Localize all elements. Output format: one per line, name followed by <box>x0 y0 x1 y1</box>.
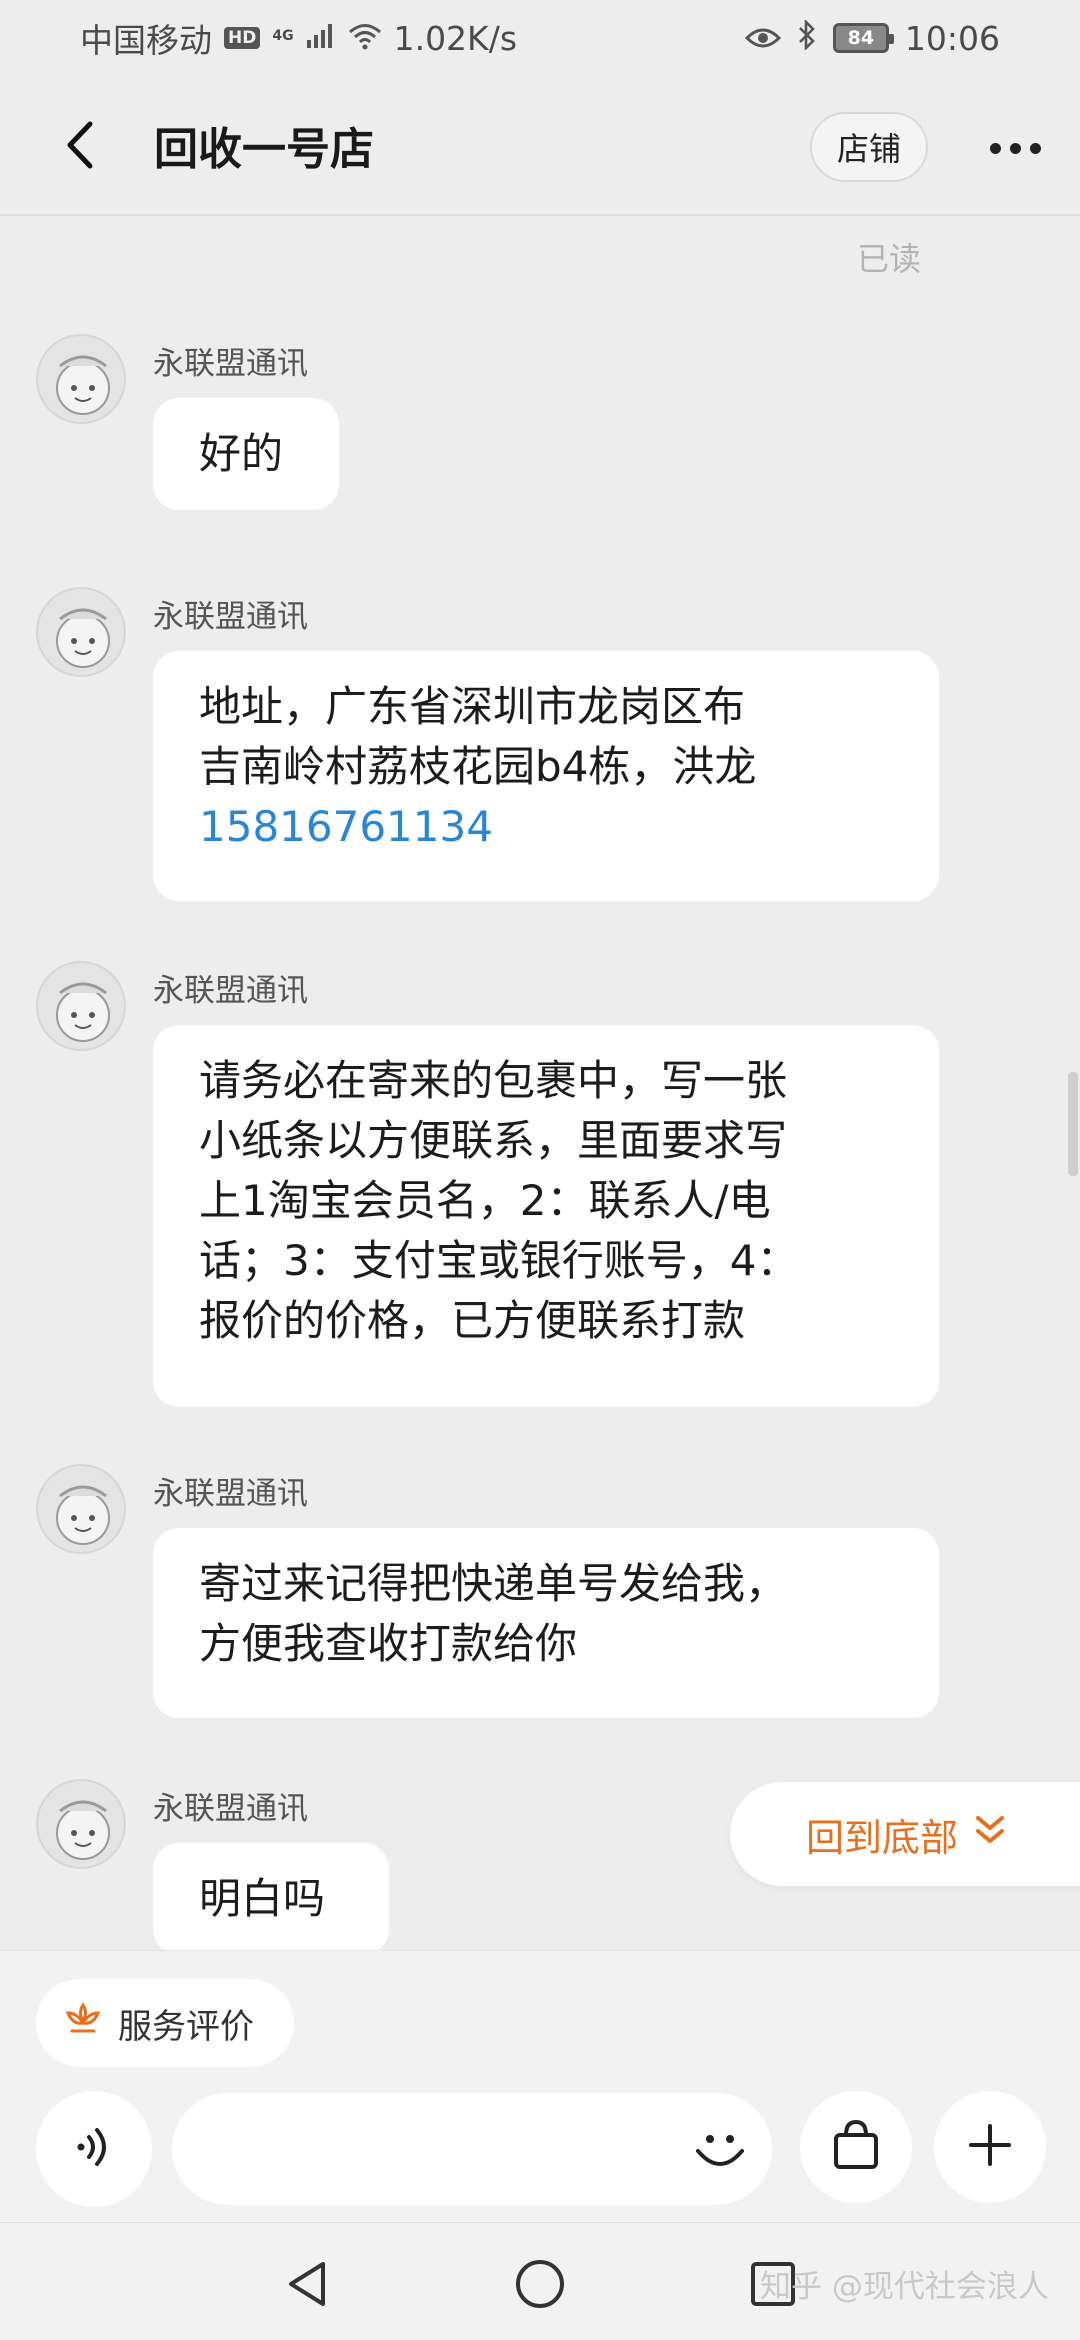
message-text: 地址，广东省深圳市龙岗区布 <box>199 682 746 731</box>
product-button[interactable] <box>800 2091 912 2203</box>
network-speed: 1.02K/s <box>393 18 518 58</box>
more-actions-button[interactable] <box>934 2091 1046 2203</box>
sender-name: 永联盟通讯 <box>153 346 308 382</box>
bluetooth-icon <box>797 18 817 58</box>
message-text: 话；3：支付宝或银行账号，4： <box>199 1236 799 1285</box>
composer-area: 服务评价 <box>0 1950 1080 2222</box>
clock: 10:06 <box>904 18 1000 58</box>
nav-home-icon[interactable] <box>505 2249 575 2319</box>
status-right: 84 10:06 <box>744 18 1000 58</box>
flower-icon <box>62 1999 104 2048</box>
avatar[interactable] <box>36 334 126 424</box>
watermark: 知乎 @现代社会浪人 <box>760 2269 1049 2305</box>
battery-indicator: 84 <box>832 23 894 53</box>
avatar[interactable] <box>36 1779 126 1869</box>
more-dot <box>1009 142 1021 154</box>
message-text: 上1淘宝会员名，2：联系人/电 <box>199 1176 771 1225</box>
wifi-icon <box>348 19 382 58</box>
eye-icon <box>744 19 782 58</box>
voice-button[interactable] <box>36 2091 152 2207</box>
message-bubble[interactable]: 明白吗 <box>153 1843 389 1950</box>
message-bubble[interactable]: 寄过来记得把快递单号发给我， 方便我查收打款给你 <box>153 1528 939 1718</box>
system-nav-bar: 知乎 @现代社会浪人 <box>0 2222 1080 2340</box>
plus-icon <box>965 2120 1015 2174</box>
emoji-button[interactable] <box>670 2101 770 2201</box>
carrier-label: 中国移动 <box>80 21 212 60</box>
emoji-icon <box>688 2117 752 2185</box>
more-dot <box>989 142 1001 154</box>
message-text: 小纸条以方便联系，里面要求写 <box>199 1116 788 1165</box>
more-dot <box>1029 142 1041 154</box>
more-icon[interactable] <box>970 116 1060 180</box>
page-title: 回收一号店 <box>154 124 374 175</box>
voice-icon <box>69 2122 119 2176</box>
signal-icon <box>306 19 336 58</box>
sender-name: 永联盟通讯 <box>153 1476 308 1512</box>
shop-button[interactable]: 店铺 <box>810 112 928 182</box>
message-text: 请务必在寄来的包裹中，写一张 <box>199 1056 788 1105</box>
avatar[interactable] <box>36 1464 126 1554</box>
bag-icon <box>828 2117 884 2177</box>
message-text: 寄过来记得把快递单号发给我， <box>199 1559 788 1608</box>
avatar[interactable] <box>36 587 126 677</box>
read-status: 已读 <box>857 240 922 278</box>
service-review-button[interactable]: 服务评价 <box>36 1979 294 2067</box>
message-bubble[interactable]: 请务必在寄来的包裹中，写一张 小纸条以方便联系，里面要求写 上1淘宝会员名，2：… <box>153 1025 939 1407</box>
network-type: 4G <box>272 28 294 44</box>
nav-back-icon[interactable] <box>272 2249 342 2319</box>
status-left: 中国移动 HD 4G 1.02K/s <box>80 14 517 62</box>
back-to-bottom-button[interactable]: 回到底部 <box>730 1782 1080 1886</box>
chat-header: 回收一号店 店铺 <box>0 76 1080 216</box>
message-bubble[interactable]: 地址，广东省深圳市龙岗区布 吉南岭村荔枝花园b4栋，洪龙 15816761134 <box>153 651 939 901</box>
message-text: 吉南岭村荔枝花园b4栋，洪龙 <box>199 742 757 791</box>
message-text: 明白吗 <box>199 1874 326 1923</box>
sender-name: 永联盟通讯 <box>153 973 308 1009</box>
message-text: 好的 <box>199 429 284 478</box>
hd-badge: HD <box>224 27 261 49</box>
service-review-label: 服务评价 <box>118 2006 254 2047</box>
message-bubble[interactable]: 好的 <box>153 398 339 510</box>
sender-name: 永联盟通讯 <box>153 599 308 635</box>
double-chevron-down-icon <box>972 1812 1008 1857</box>
status-bar: 中国移动 HD 4G 1.02K/s 84 10:06 <box>0 0 1080 76</box>
sender-name: 永联盟通讯 <box>153 1791 308 1827</box>
message-text: 方便我查收打款给你 <box>199 1619 578 1668</box>
back-arrow-icon[interactable] <box>30 95 130 195</box>
message-text: 报价的价格，已方便联系打款 <box>199 1296 746 1345</box>
back-to-bottom-label: 回到底部 <box>806 1815 959 1860</box>
scrollbar-thumb[interactable] <box>1068 1072 1078 1176</box>
phone-link[interactable]: 15816761134 <box>199 797 893 857</box>
avatar[interactable] <box>36 961 126 1051</box>
